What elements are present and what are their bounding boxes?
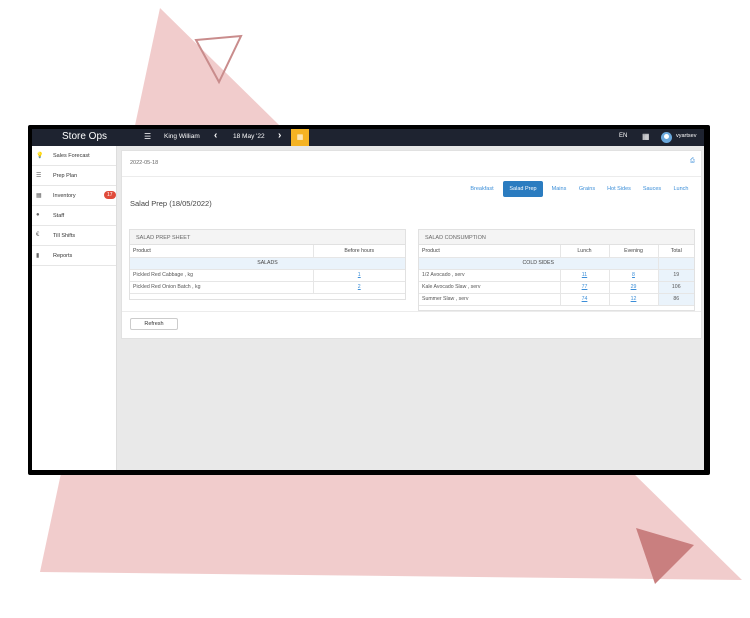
sidebar-item-label: Staff xyxy=(53,213,65,219)
sidebar-item-label: Sales Forecast xyxy=(53,153,90,159)
person-icon: ● xyxy=(36,212,40,218)
lunch-link[interactable]: 74 xyxy=(582,296,588,302)
page-title: Salad Prep (18/05/2022) xyxy=(130,199,212,208)
menu-icon[interactable]: ☰ xyxy=(144,132,151,141)
sidebar-item-label: Prep Plan xyxy=(53,173,78,179)
list-icon: ☰ xyxy=(36,173,42,179)
consumption-table: Product Lunch Evening Total COLD SIDES 1… xyxy=(419,245,694,306)
tab-mains[interactable]: Mains xyxy=(547,181,571,197)
total-cell: 86 xyxy=(657,293,694,306)
column-header: Before hours xyxy=(312,245,405,258)
app-screen: Store Ops ☰ King William ‹ 18 May '22 › … xyxy=(32,129,704,470)
evening-link[interactable]: 8 xyxy=(632,272,635,278)
salad-prep-sheet-card: SALAD PREP SHEET Product Before hours SA… xyxy=(129,229,406,300)
panel-date: 2022-05-18 xyxy=(130,160,159,166)
lightbulb-icon: 💡 xyxy=(36,153,44,159)
table-row: Kale Avocado Slaw , serv 77 29 106 xyxy=(419,281,694,294)
stage: Store Ops ☰ King William ‹ 18 May '22 › … xyxy=(0,0,750,618)
sidebar-item-reports[interactable]: ▮ Reports xyxy=(32,246,116,266)
before-hours-link[interactable]: 1 xyxy=(358,272,361,278)
evening-cell: 12 xyxy=(608,293,658,306)
lunch-cell: 77 xyxy=(559,281,609,294)
lunch-cell: 74 xyxy=(559,293,609,306)
column-header: Total xyxy=(657,245,694,258)
calendar-button[interactable]: ▦ xyxy=(291,129,309,146)
group-label: SALADS xyxy=(130,257,405,270)
inventory-count-badge: 17 xyxy=(104,191,116,199)
lunch-link[interactable]: 77 xyxy=(582,284,588,290)
evening-link[interactable]: 29 xyxy=(631,284,637,290)
chevron-right-icon[interactable]: › xyxy=(278,130,281,141)
product-cell: Kale Avocado Slaw , serv xyxy=(419,281,560,294)
sidebar-item-label: Till Shifts xyxy=(53,233,76,239)
tab-salad-prep[interactable]: Salad Prep xyxy=(503,181,543,197)
table-row: 1/2 Avocado , serv 11 8 19 xyxy=(419,269,694,282)
evening-cell: 8 xyxy=(608,269,658,282)
column-header: Product xyxy=(130,245,313,258)
divider xyxy=(122,311,701,312)
product-cell: 1/2 Avocado , serv xyxy=(419,269,560,282)
user-avatar[interactable] xyxy=(661,132,672,143)
refresh-button[interactable]: Refresh xyxy=(130,318,178,330)
euro-icon: € xyxy=(36,232,40,238)
table-header-row: Product Lunch Evening Total xyxy=(419,245,694,258)
bar-chart-icon: ▮ xyxy=(36,253,40,259)
store-selector[interactable]: King William xyxy=(164,133,200,140)
card-title: SALAD CONSUMPTION xyxy=(419,230,694,245)
user-name[interactable]: vyartsev xyxy=(676,133,696,139)
salad-consumption-card: SALAD CONSUMPTION Product Lunch Evening … xyxy=(418,229,695,311)
tab-lunch[interactable]: Lunch xyxy=(669,181,693,197)
product-cell: Pickled Red Onion Batch , kg xyxy=(130,281,313,294)
group-row: SALADS xyxy=(130,257,405,270)
app-brand[interactable]: Store Ops xyxy=(62,131,107,142)
sidebar-item-inventory[interactable]: ▦ Inventory 17 xyxy=(32,186,116,206)
divider xyxy=(122,176,701,177)
sidebar-item-prep-plan[interactable]: ☰ Prep Plan xyxy=(32,166,116,186)
table-header-row: Product Before hours xyxy=(130,245,405,258)
table-row: Summer Slaw , serv 74 12 86 xyxy=(419,293,694,306)
group-total-cell xyxy=(657,257,694,270)
group-row: COLD SIDES xyxy=(419,257,694,270)
group-label: COLD SIDES xyxy=(419,257,658,270)
main-panel: 2022-05-18 ⎙ Breakfast Salad Prep Mains … xyxy=(121,150,702,339)
lunch-cell: 11 xyxy=(559,269,609,282)
apps-grid-icon[interactable]: ▦ xyxy=(642,132,650,141)
chevron-left-icon[interactable]: ‹ xyxy=(214,130,217,141)
before-hours-link[interactable]: 2 xyxy=(358,284,361,290)
tab-sauces[interactable]: Sauces xyxy=(639,181,665,197)
before-hours-cell: 1 xyxy=(312,269,405,282)
column-header: Lunch xyxy=(559,245,609,258)
card-title: SALAD PREP SHEET xyxy=(130,230,405,245)
sidebar-item-sales-forecast[interactable]: 💡 Sales Forecast xyxy=(32,146,116,166)
language-selector[interactable]: EN xyxy=(619,133,627,139)
sidebar-item-till-shifts[interactable]: € Till Shifts xyxy=(32,226,116,246)
tab-grains[interactable]: Grains xyxy=(575,181,599,197)
column-header: Product xyxy=(419,245,560,258)
total-cell: 106 xyxy=(657,281,694,294)
current-date[interactable]: 18 May '22 xyxy=(233,133,265,140)
monitor-frame: Store Ops ☰ King William ‹ 18 May '22 › … xyxy=(28,125,710,475)
top-navbar: Store Ops ☰ King William ‹ 18 May '22 › … xyxy=(32,129,704,146)
calendar-icon: ▦ xyxy=(296,134,304,141)
sidebar-item-staff[interactable]: ● Staff xyxy=(32,206,116,226)
total-cell: 19 xyxy=(657,269,694,282)
before-hours-cell: 2 xyxy=(312,281,405,294)
tab-hot-sides[interactable]: Hot Sides xyxy=(603,181,635,197)
product-cell: Summer Slaw , serv xyxy=(419,293,560,306)
evening-cell: 29 xyxy=(608,281,658,294)
lunch-link[interactable]: 11 xyxy=(582,272,587,278)
sidebar: 💡 Sales Forecast ☰ Prep Plan ▦ Inventory… xyxy=(32,146,117,470)
product-cell: Pickled Red Cabbage , kg xyxy=(130,269,313,282)
evening-link[interactable]: 12 xyxy=(631,296,637,302)
print-icon[interactable]: ⎙ xyxy=(690,158,695,165)
prep-sheet-table: Product Before hours SALADS Pickled Red … xyxy=(130,245,405,294)
table-row: Pickled Red Cabbage , kg 1 xyxy=(130,269,405,282)
sidebar-item-label: Reports xyxy=(53,253,73,259)
building-icon: ▦ xyxy=(36,193,42,199)
table-row: Pickled Red Onion Batch , kg 2 xyxy=(130,281,405,294)
tab-breakfast[interactable]: Breakfast xyxy=(465,181,499,197)
column-header: Evening xyxy=(608,245,658,258)
sidebar-item-label: Inventory xyxy=(53,193,76,199)
